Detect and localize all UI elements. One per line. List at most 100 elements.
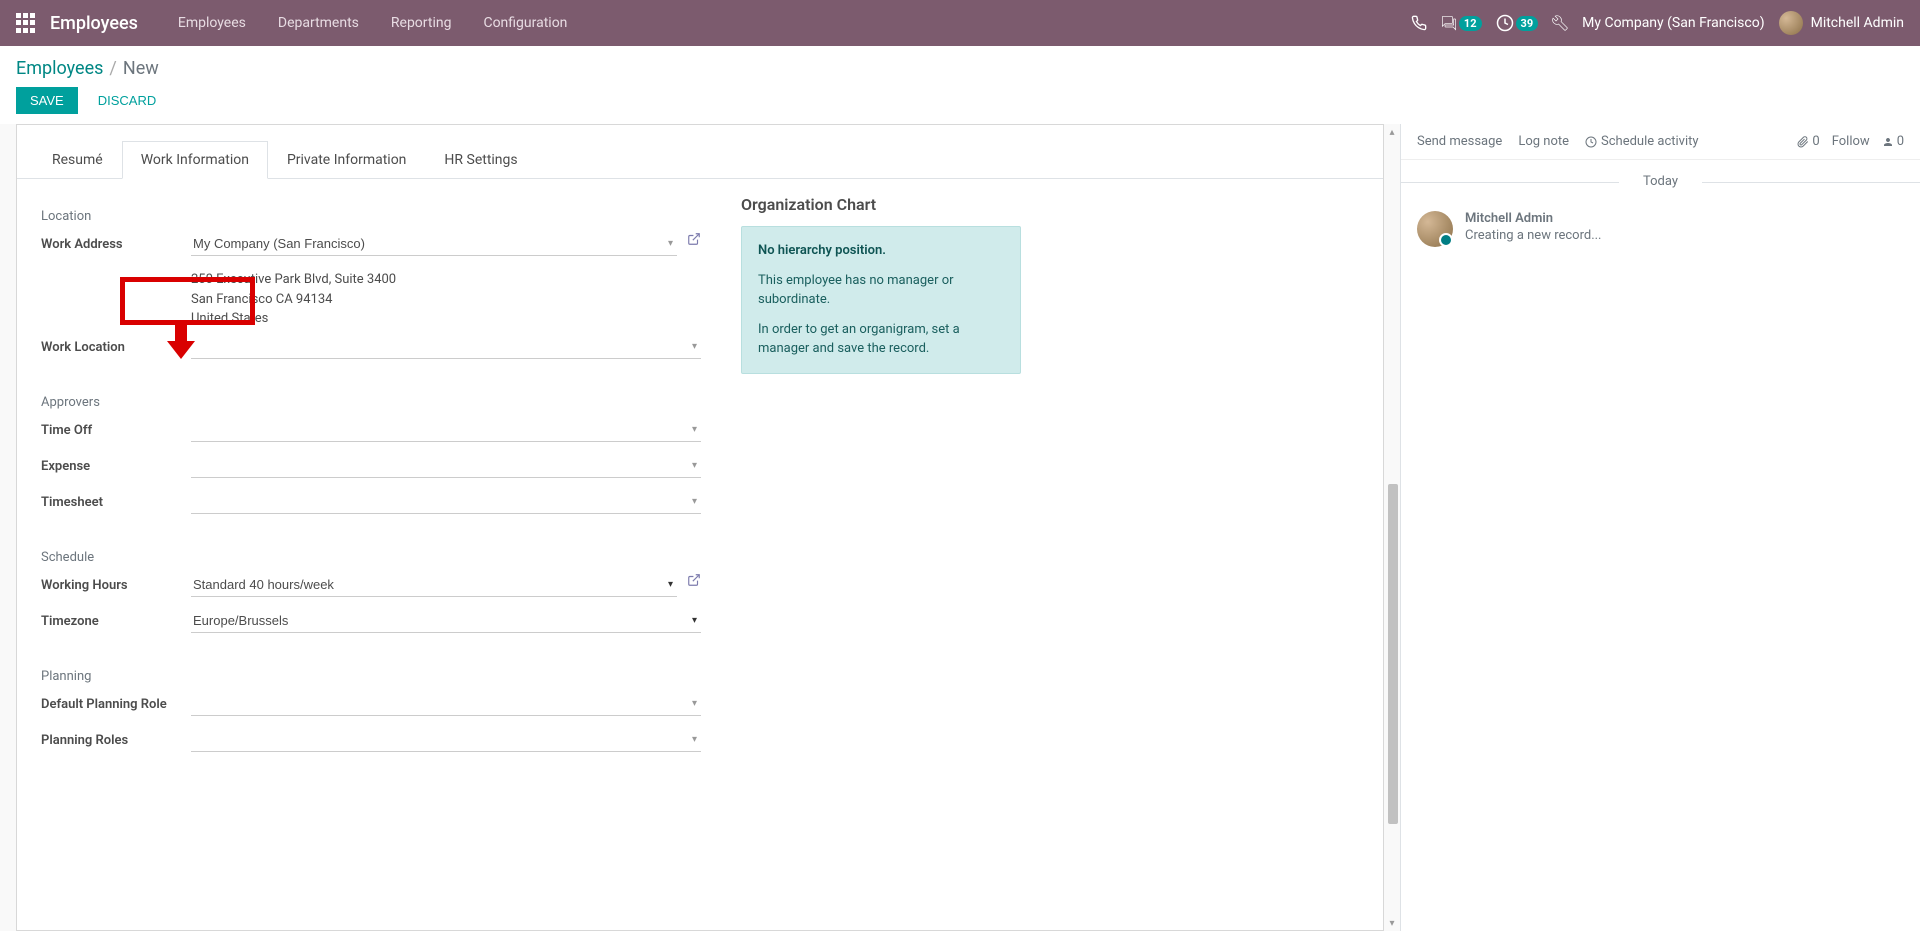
expense-input[interactable] [191, 454, 701, 478]
nav-right: 12 39 My Company (San Francisco) Mitchel… [1411, 11, 1904, 35]
company-selector[interactable]: My Company (San Francisco) [1582, 15, 1764, 31]
brand-title: Employees [50, 13, 138, 34]
form-left-column: Location Work Address ▾ [41, 195, 701, 764]
expense-label: Expense [41, 454, 191, 474]
row-timezone: Timezone ▾ [41, 609, 701, 639]
nav-item-departments[interactable]: Departments [262, 0, 375, 46]
work-address-label: Work Address [41, 232, 191, 252]
nav-menu: Employees Departments Reporting Configur… [162, 0, 584, 46]
nav-item-configuration[interactable]: Configuration [467, 0, 583, 46]
user-icon [1882, 136, 1894, 148]
work-location-input[interactable] [191, 335, 701, 359]
default-planning-role-input[interactable] [191, 692, 701, 716]
activities-badge: 39 [1516, 16, 1539, 31]
alert-title: No hierarchy position. [758, 241, 1004, 261]
tab-private-information[interactable]: Private Information [268, 141, 425, 178]
row-expense: Expense ▾ [41, 454, 701, 484]
paperclip-icon [1797, 136, 1809, 148]
work-address-input[interactable] [191, 232, 677, 256]
row-address-lines: 250 Executive Park Blvd, Suite 3400 San … [41, 268, 701, 329]
org-chart-title: Organization Chart [741, 195, 1021, 214]
phone-icon[interactable] [1411, 15, 1427, 31]
nav-item-employees[interactable]: Employees [162, 0, 262, 46]
working-hours-input[interactable] [191, 573, 677, 597]
user-menu[interactable]: Mitchell Admin [1779, 11, 1904, 35]
row-work-location: Work Location ▾ [41, 335, 701, 365]
timesheet-field[interactable]: ▾ [191, 490, 701, 514]
expense-field[interactable]: ▾ [191, 454, 701, 478]
breadcrumb: Employees / New [16, 58, 1904, 79]
scroll-up-icon[interactable]: ▴ [1384, 124, 1400, 140]
time-off-input[interactable] [191, 418, 701, 442]
work-address-field[interactable]: ▾ [191, 232, 677, 256]
top-navbar: Employees Employees Departments Reportin… [0, 0, 1920, 46]
working-hours-field[interactable]: ▾ [191, 573, 677, 597]
scroll-down-icon[interactable]: ▾ [1384, 915, 1400, 931]
working-hours-label: Working Hours [41, 573, 191, 593]
log-note-button[interactable]: Log note [1518, 134, 1569, 149]
row-time-off: Time Off ▾ [41, 418, 701, 448]
message-author: Mitchell Admin [1465, 211, 1602, 226]
default-planning-role-field[interactable]: ▾ [191, 692, 701, 716]
section-planning-title: Planning [41, 669, 701, 684]
followers-count: 0 [1897, 134, 1904, 149]
nav-item-reporting[interactable]: Reporting [375, 0, 468, 46]
breadcrumb-separator: / [109, 58, 116, 79]
chatter-topbar: Send message Log note Schedule activity … [1401, 124, 1920, 160]
breadcrumb-current: New [123, 58, 159, 79]
timezone-field[interactable]: ▾ [191, 609, 701, 633]
clock-icon [1585, 136, 1597, 148]
planning-roles-field[interactable]: ▾ [191, 728, 701, 752]
scrollbar-thumb[interactable] [1388, 484, 1398, 824]
alert-text-2: In order to get an organigram, set a man… [758, 320, 1004, 359]
apps-icon[interactable] [16, 13, 36, 33]
row-timesheet: Timesheet ▾ [41, 490, 701, 520]
form-body: Location Work Address ▾ [17, 179, 1383, 780]
save-button[interactable]: Save [16, 87, 78, 114]
form-tabs: Resumé Work Information Private Informat… [17, 125, 1383, 179]
work-location-label: Work Location [41, 335, 191, 355]
breadcrumb-parent[interactable]: Employees [16, 58, 103, 79]
external-link-icon[interactable] [687, 573, 701, 591]
today-label: Today [1631, 174, 1690, 189]
row-working-hours: Working Hours ▾ [41, 573, 701, 603]
timezone-label: Timezone [41, 609, 191, 629]
form-sheet: Resumé Work Information Private Informat… [16, 124, 1384, 931]
row-default-planning-role: Default Planning Role ▾ [41, 692, 701, 722]
send-message-button[interactable]: Send message [1417, 134, 1502, 149]
tab-hr-settings[interactable]: HR Settings [425, 141, 536, 178]
planning-roles-label: Planning Roles [41, 728, 191, 748]
follow-button[interactable]: Follow [1832, 134, 1870, 149]
row-work-address: Work Address ▾ [41, 232, 701, 262]
attachments-button[interactable]: 0 [1797, 134, 1819, 149]
external-link-icon[interactable] [687, 232, 701, 250]
control-panel: Employees / New Save Discard [0, 46, 1920, 124]
message-text: Creating a new record... [1465, 228, 1602, 243]
address-line-2: San Francisco CA 94134 [191, 290, 701, 310]
chatter-today-separator: Today [1401, 174, 1920, 189]
chatter-message: Mitchell Admin Creating a new record... [1401, 203, 1920, 255]
tab-resume[interactable]: Resumé [33, 141, 122, 178]
work-location-field[interactable]: ▾ [191, 335, 701, 359]
row-planning-roles: Planning Roles ▾ [41, 728, 701, 758]
conversations-icon[interactable]: 12 [1441, 15, 1482, 31]
debug-icon[interactable] [1552, 15, 1568, 31]
message-avatar-icon [1417, 211, 1453, 247]
activities-icon[interactable]: 39 [1496, 14, 1539, 32]
default-planning-role-label: Default Planning Role [41, 692, 191, 712]
time-off-field[interactable]: ▾ [191, 418, 701, 442]
time-off-label: Time Off [41, 418, 191, 438]
timesheet-input[interactable] [191, 490, 701, 514]
user-avatar-icon [1779, 11, 1803, 35]
chatter-followers: 0 Follow 0 [1797, 134, 1904, 149]
discard-button[interactable]: Discard [88, 87, 167, 114]
timezone-input[interactable] [191, 609, 701, 633]
schedule-activity-button[interactable]: Schedule activity [1585, 134, 1699, 149]
planning-roles-input[interactable] [191, 728, 701, 752]
control-buttons: Save Discard [16, 87, 1904, 114]
section-approvers-title: Approvers [41, 395, 701, 410]
tab-work-information[interactable]: Work Information [122, 141, 268, 179]
attachments-count: 0 [1812, 134, 1819, 149]
user-name: Mitchell Admin [1811, 15, 1904, 31]
followers-button[interactable]: 0 [1882, 134, 1904, 149]
